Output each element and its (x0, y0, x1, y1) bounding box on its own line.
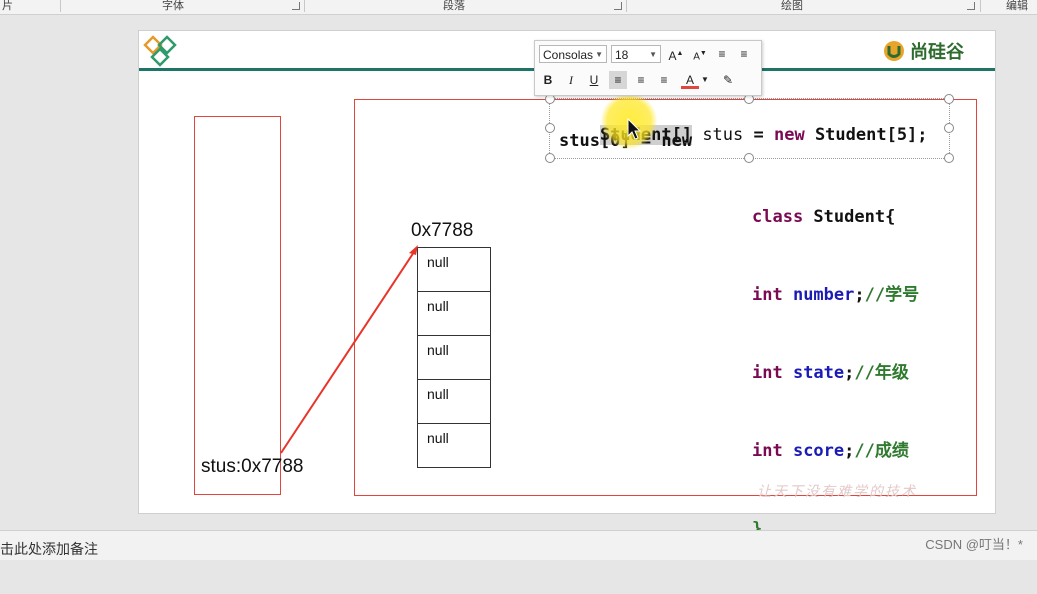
increase-indent-icon[interactable]: ≡ (735, 45, 753, 63)
ribbon-group-paragraph[interactable]: 段落 (443, 0, 465, 13)
mini-format-toolbar: Consolas ▼ 18 ▼ A▲ A▼ ≡ ≡ B I U ≡ ≡ ≡ A ▼ … (534, 40, 762, 96)
decrease-indent-icon[interactable]: ≡ (713, 45, 731, 63)
field-name: number (782, 285, 855, 305)
mouse-pointer-icon (627, 118, 642, 140)
code-keyword: class (752, 207, 804, 227)
font-size-value: 18 (615, 48, 629, 62)
font-name-select[interactable]: Consolas ▼ (539, 45, 607, 63)
bold-button[interactable]: B (539, 71, 557, 89)
resize-handle[interactable] (944, 153, 954, 163)
align-center-icon[interactable]: ≡ (632, 71, 650, 89)
code-comment: //学号 (864, 285, 920, 305)
paragraph-dialog-launcher-icon[interactable] (614, 2, 622, 10)
code-keyword: new (773, 125, 805, 145)
watermark: 让天下没有难学的技术 (757, 483, 917, 499)
code-token: ; (844, 363, 855, 383)
field-name: score (782, 441, 845, 461)
code-comment: //成绩 (854, 441, 909, 461)
resize-handle[interactable] (944, 94, 954, 104)
font-dialog-launcher-icon[interactable] (292, 2, 300, 10)
align-right-icon[interactable]: ≡ (655, 71, 673, 89)
ribbon-divider (60, 0, 61, 12)
ribbon-group-editing[interactable]: 编辑 (1006, 0, 1028, 13)
ribbon-group-labels: 片 字体 段落 绘图 编辑 (0, 0, 1037, 15)
shrink-font-button[interactable]: A▼ (691, 45, 709, 63)
chevron-down-icon: ▼ (649, 50, 657, 59)
align-left-icon[interactable]: ≡ (609, 71, 627, 89)
chevron-down-icon: ▼ (595, 50, 603, 59)
font-color-button[interactable]: A (681, 71, 699, 89)
code-token: stus (692, 125, 744, 145)
code-token: Student[5]; (804, 125, 928, 145)
code-token: ; (844, 441, 855, 461)
resize-handle[interactable] (944, 123, 954, 133)
notes-placeholder[interactable]: 击此处添加备注 (0, 539, 98, 559)
shrink-font-label: A (693, 51, 700, 63)
field-name: state (782, 363, 845, 383)
ribbon-divider (980, 0, 981, 12)
grow-font-label: A (668, 49, 677, 63)
font-name-value: Consolas (543, 48, 594, 62)
code-token: = (743, 125, 774, 145)
credit-watermark: CSDN @叮当！* (925, 537, 1023, 552)
code-keyword: int (752, 363, 783, 383)
arrowhead-icon (409, 245, 418, 255)
grow-font-button[interactable]: A▲ (667, 45, 685, 63)
format-painter-icon[interactable]: ✎ (719, 71, 737, 89)
resize-handle[interactable] (545, 123, 555, 133)
drawing-dialog-launcher-icon[interactable] (967, 2, 975, 10)
code-keyword: int (752, 285, 783, 305)
class-definition[interactable]: class Student{ int number;//学号 int state… (752, 152, 919, 594)
ribbon-group-drawing[interactable]: 绘图 (781, 0, 803, 13)
slide-canvas[interactable]: 尚硅谷 stus:0x7788 0x7788 null null null nu… (138, 30, 996, 539)
class-name: Student{ (803, 207, 896, 227)
italic-button[interactable]: I (562, 71, 580, 89)
ribbon-group-slides[interactable]: 片 (2, 0, 13, 13)
underline-button[interactable]: U (585, 71, 603, 89)
chevron-down-icon[interactable]: ▼ (700, 71, 710, 89)
ribbon-divider (304, 0, 305, 12)
code-keyword: int (752, 441, 783, 461)
code-comment: //年级 (854, 363, 909, 383)
font-size-select[interactable]: 18 ▼ (611, 45, 661, 63)
ribbon-divider (626, 0, 627, 12)
notes-bar: 击此处添加备注 CSDN @叮当！* (0, 530, 1037, 560)
resize-handle[interactable] (545, 153, 555, 163)
code-token: ; (854, 285, 865, 305)
ribbon-group-font[interactable]: 字体 (162, 0, 184, 13)
